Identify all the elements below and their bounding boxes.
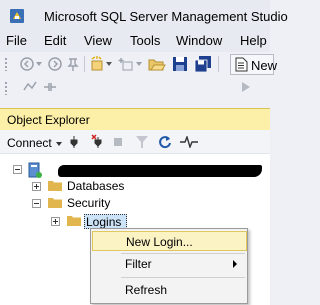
menu-edit[interactable]: Edit: [44, 33, 66, 48]
execute-icon[interactable]: [240, 80, 252, 94]
tree-label-logins: Logins: [86, 215, 122, 229]
folder-icon: [48, 198, 62, 208]
toolbar-grip[interactable]: [4, 81, 8, 95]
tree-node-databases[interactable]: Databases: [0, 178, 270, 196]
redacted-server-name: [58, 165, 262, 177]
tree-label-security: Security: [67, 196, 111, 210]
filter-icon[interactable]: [136, 136, 148, 148]
context-menu: New Login... Filter Refresh: [90, 228, 248, 304]
save-icon[interactable]: [172, 56, 188, 72]
add-item-icon[interactable]: [118, 56, 134, 72]
connect-icon[interactable]: [68, 135, 80, 149]
toolbar-separator: [218, 56, 219, 72]
menu-item-label: Filter: [125, 257, 152, 271]
connect-database-icon[interactable]: [22, 80, 38, 94]
chevron-down-icon[interactable]: [36, 61, 42, 67]
new-query-label: New: [251, 58, 278, 73]
connect-button[interactable]: Connect: [7, 136, 52, 150]
menu-view[interactable]: View: [84, 33, 112, 48]
menu-item-new-login[interactable]: New Login...: [92, 231, 247, 251]
menu-item-refresh[interactable]: Refresh: [92, 280, 247, 300]
chevron-right-icon: [233, 260, 237, 268]
window-title: Microsoft SQL Server Management Studio: [44, 9, 288, 24]
expand-icon[interactable]: [32, 182, 41, 191]
ssms-app-icon: [10, 9, 24, 23]
object-explorer-header: Object Explorer: [0, 108, 270, 130]
open-icon[interactable]: [148, 56, 166, 72]
sql-editor-toolbar: [0, 76, 270, 172]
toolbar-grip[interactable]: [4, 57, 8, 71]
collapse-icon[interactable]: [32, 199, 41, 208]
menu-window[interactable]: Window: [176, 33, 222, 48]
collapse-icon[interactable]: [13, 165, 22, 174]
chevron-down-icon[interactable]: [136, 61, 142, 67]
chevron-down-icon[interactable]: [106, 61, 112, 67]
title-bar: Microsoft SQL Server Management Studio: [0, 0, 288, 30]
save-all-icon[interactable]: [194, 56, 212, 72]
tree-node-security[interactable]: Security: [0, 195, 270, 213]
menu-tools[interactable]: Tools: [130, 33, 160, 48]
forward-icon[interactable]: [48, 57, 62, 71]
change-connection-icon[interactable]: [42, 80, 58, 94]
folder-icon: [48, 181, 62, 191]
pin-icon[interactable]: [66, 56, 80, 72]
menu-separator: [121, 277, 245, 278]
folder-icon: [67, 216, 81, 226]
menu-item-label: New Login...: [126, 235, 193, 249]
menu-item-filter[interactable]: Filter: [92, 254, 247, 274]
chevron-down-icon[interactable]: [56, 142, 62, 146]
menu-bar: File Edit View Tools Window Help: [0, 30, 270, 52]
server-icon: [28, 162, 42, 178]
new-query-icon: [235, 57, 248, 72]
expand-icon[interactable]: [51, 217, 60, 226]
refresh-icon[interactable]: [158, 135, 172, 149]
menu-item-label: Refresh: [125, 283, 168, 297]
activity-monitor-icon[interactable]: [180, 136, 198, 148]
new-project-icon[interactable]: [89, 56, 105, 72]
disconnect-icon[interactable]: [90, 134, 104, 149]
menu-help[interactable]: Help: [240, 33, 267, 48]
new-query-button[interactable]: New: [230, 54, 278, 75]
stop-icon[interactable]: [114, 138, 122, 146]
object-explorer-toolbar: Connect: [0, 130, 270, 154]
menu-file[interactable]: File: [6, 33, 27, 48]
toolbar-separator: [84, 56, 85, 72]
object-explorer-title: Object Explorer: [7, 113, 90, 127]
back-icon[interactable]: [20, 57, 34, 71]
tree-label-databases: Databases: [67, 179, 125, 193]
